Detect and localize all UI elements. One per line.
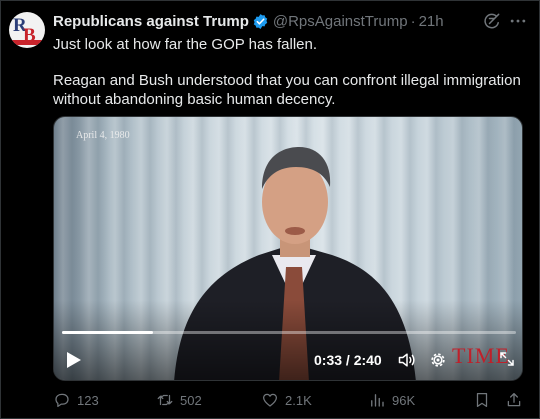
retweet-button[interactable]: 502: [156, 389, 202, 411]
tweet-actions: 123 502 2.1K 96K: [53, 389, 523, 411]
retweet-count: 502: [180, 392, 202, 408]
like-button[interactable]: 2.1K: [261, 389, 312, 411]
video-progress-fill: [62, 331, 153, 334]
tweet-text-line2: Reagan and Bush understood that you can …: [53, 72, 521, 108]
settings-icon[interactable]: [428, 350, 448, 370]
video-progress-bar[interactable]: [62, 331, 516, 334]
video-player[interactable]: April 4, 1980 0:33 / 2:40 TIME: [53, 116, 523, 381]
timestamp[interactable]: 21h: [419, 13, 444, 30]
avatar-stripe: [9, 40, 45, 45]
more-icon[interactable]: [508, 11, 528, 31]
views-button[interactable]: 96K: [368, 389, 415, 411]
bookmark-icon: [476, 392, 488, 408]
separator-dot: ·: [410, 12, 416, 30]
video-date-overlay: April 4, 1980: [76, 130, 130, 141]
grok-icon[interactable]: [482, 11, 502, 31]
tweet-card[interactable]: R B Republicans against Trump @RpsAgains…: [0, 0, 540, 419]
video-timecode: 0:33 / 2:40: [314, 352, 382, 368]
tweet-header: Republicans against Trump @RpsAgainstTru…: [53, 11, 444, 31]
handle[interactable]: @RpsAgainstTrump: [273, 13, 408, 30]
views-icon: [371, 394, 384, 407]
views-count: 96K: [392, 392, 416, 408]
reply-count: 123: [77, 392, 99, 408]
reply-button[interactable]: 123: [53, 389, 99, 411]
tweet-text-line1: Just look at how far the GOP has fallen.: [53, 36, 318, 53]
share-icon: [507, 392, 521, 407]
bookmark-button[interactable]: [473, 389, 491, 411]
like-count: 2.1K: [285, 392, 312, 408]
display-name[interactable]: Republicans against Trump: [53, 13, 249, 30]
share-button[interactable]: [505, 389, 523, 411]
verified-badge-icon: [253, 13, 268, 29]
like-icon: [262, 393, 278, 407]
play-icon[interactable]: [66, 351, 82, 369]
retweet-icon: [157, 394, 173, 406]
volume-icon[interactable]: [397, 350, 417, 370]
fullscreen-icon[interactable]: [498, 350, 516, 368]
reply-icon: [55, 393, 69, 408]
avatar[interactable]: R B: [9, 12, 45, 48]
